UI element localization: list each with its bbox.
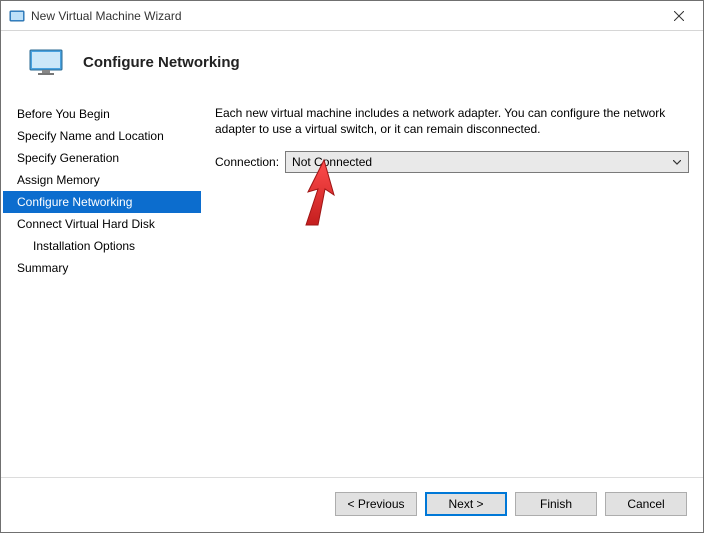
page-title: Configure Networking [83, 54, 240, 71]
connection-value: Not Connected [292, 155, 670, 169]
content-pane: Each new virtual machine includes a netw… [201, 101, 695, 477]
body: Before You Begin Specify Name and Locati… [1, 101, 703, 477]
header: Configure Networking [1, 31, 703, 101]
cancel-button[interactable]: Cancel [605, 492, 687, 516]
app-icon [9, 8, 25, 24]
close-button[interactable] [656, 2, 701, 30]
titlebar: New Virtual Machine Wizard [1, 1, 703, 31]
footer: < Previous Next > Finish Cancel [1, 477, 703, 532]
sidebar-step-before-you-begin[interactable]: Before You Begin [3, 103, 201, 125]
next-button[interactable]: Next > [425, 492, 507, 516]
sidebar-step-assign-memory[interactable]: Assign Memory [3, 169, 201, 191]
monitor-icon [29, 49, 63, 75]
sidebar-step-summary[interactable]: Summary [3, 257, 201, 279]
wizard-window: New Virtual Machine Wizard Configure Net… [0, 0, 704, 533]
chevron-down-icon [670, 160, 684, 165]
description-text: Each new virtual machine includes a netw… [215, 105, 689, 137]
previous-button[interactable]: < Previous [335, 492, 417, 516]
connection-label: Connection: [215, 155, 279, 169]
sidebar: Before You Begin Specify Name and Locati… [3, 101, 201, 477]
connection-row: Connection: Not Connected [215, 151, 689, 173]
finish-button[interactable]: Finish [515, 492, 597, 516]
sidebar-step-connect-vhd[interactable]: Connect Virtual Hard Disk [3, 213, 201, 235]
window-title: New Virtual Machine Wizard [31, 9, 656, 23]
sidebar-step-installation-options[interactable]: Installation Options [3, 235, 201, 257]
sidebar-step-specify-name[interactable]: Specify Name and Location [3, 125, 201, 147]
sidebar-step-configure-networking[interactable]: Configure Networking [3, 191, 201, 213]
connection-dropdown[interactable]: Not Connected [285, 151, 689, 173]
sidebar-step-specify-generation[interactable]: Specify Generation [3, 147, 201, 169]
